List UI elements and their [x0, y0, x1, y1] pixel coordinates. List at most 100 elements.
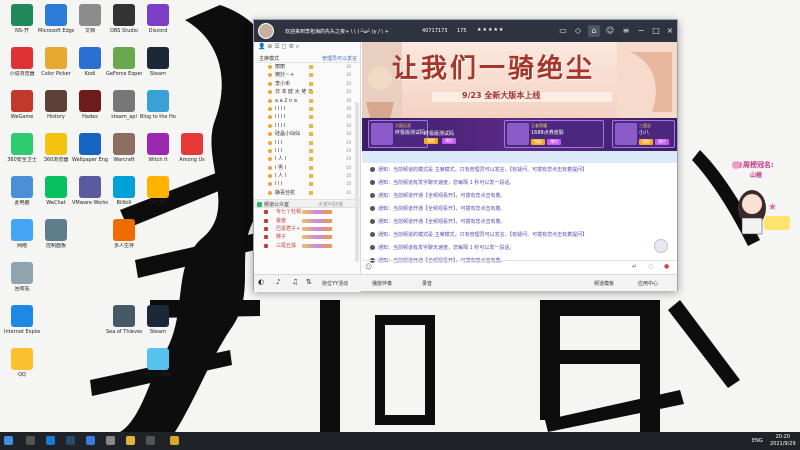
desktop-shortcut[interactable]: 360浏览器: [38, 133, 74, 163]
desktop-shortcut[interactable]: Kodi: [72, 47, 108, 77]
promo-card[interactable]: 三国志 小八 领取 预约: [612, 120, 675, 148]
promo-card[interactable]: 王者荣耀 1688点券皮肤 领取 预约: [504, 120, 604, 148]
send-icon[interactable]: ↵: [632, 263, 637, 270]
desktop-shortcut[interactable]: Microsoft Edge: [38, 4, 74, 34]
desktop-shortcut[interactable]: 控制面板: [38, 219, 74, 249]
list-icon[interactable]: ☰: [274, 43, 279, 50]
desktop-shortcut[interactable]: Among Us: [174, 133, 210, 163]
member-row[interactable]: l 男 l 10: [254, 164, 360, 172]
search-icon[interactable]: [26, 436, 35, 445]
bottom-action-1[interactable]: 抢位YY活动: [322, 280, 348, 287]
bottom-action-4[interactable]: 频道模板: [594, 280, 614, 287]
channel-avatar[interactable]: [258, 23, 274, 39]
maximize-icon[interactable]: □: [650, 25, 662, 37]
bottom-action-5[interactable]: 应用中心: [638, 280, 658, 287]
add-icon[interactable]: ⊕: [267, 43, 272, 50]
desktop-shortcut[interactable]: QQ飞车: [140, 176, 176, 206]
event-banner[interactable]: 让我们一骑绝尘 9/23 全新大版本上线: [362, 42, 677, 118]
skin-icon[interactable]: ◇: [572, 25, 584, 37]
member-scrollbar[interactable]: [355, 102, 359, 262]
bottom-action-2[interactable]: 播放伴奏: [372, 280, 392, 287]
home-icon[interactable]: ⌂: [588, 25, 600, 37]
desktop-shortcut[interactable]: Steam: [140, 47, 176, 77]
member-row[interactable]: l l l 10: [254, 180, 360, 188]
chat-input[interactable]: [376, 263, 626, 273]
promo-card[interactable]: 大国无双 终极版测试码: [368, 120, 428, 148]
bubble-icon[interactable]: ◌: [648, 263, 653, 270]
manage-link[interactable]: 管理员可以发言: [322, 55, 357, 62]
desktop-shortcut[interactable]: Hades: [72, 90, 108, 120]
member-row[interactable]: l l l l 10: [254, 113, 360, 121]
desktop-shortcut[interactable]: 360安全卫士: [4, 133, 40, 163]
desktop-shortcut[interactable]: Internet Explorer: [4, 305, 40, 335]
member-row[interactable]: l l l l 10: [254, 122, 360, 130]
member-row[interactable]: l l l 10: [254, 139, 360, 147]
claim-button[interactable]: 领取: [531, 139, 545, 145]
desktop-shortcut[interactable]: Sea of Thieves: [106, 305, 142, 335]
section-member-row[interactable]: 巴嘉君子+: [254, 225, 360, 233]
claim-button[interactable]: 领取: [424, 138, 438, 144]
member-row[interactable]: a a 2 n a 10: [254, 97, 360, 105]
search-icon[interactable]: ⌕: [296, 43, 299, 50]
video-icon[interactable]: ▭: [557, 25, 569, 37]
desktop-shortcut[interactable]: Blog to the Hook: [140, 90, 176, 120]
mode-tab[interactable]: 主席模式: [259, 55, 279, 62]
user-icon[interactable]: ☺: [604, 25, 616, 37]
headset-icon[interactable]: ◐: [258, 278, 264, 286]
chat-area[interactable]: 通知：当前频道的模式是 主席模式，只有管理员可以发言。【有疑问、可拨有您点击有着…: [364, 166, 674, 264]
member-row[interactable]: 李小禾 10: [254, 80, 360, 88]
desktop-shortcut[interactable]: 小说浏览器: [4, 47, 40, 77]
app-icon[interactable]: [106, 436, 115, 445]
desktop-shortcut[interactable]: steam_api: [106, 90, 142, 120]
switch-icon[interactable]: ⇅: [306, 278, 312, 286]
taskbar-clock[interactable]: 20:20 2021/9/29: [770, 434, 796, 448]
record-icon[interactable]: ●: [664, 263, 669, 270]
steam-icon[interactable]: [66, 436, 75, 445]
member-row[interactable]: 丽丽 10: [254, 63, 360, 71]
desktop-shortcut[interactable]: Wallpaper Engine: [72, 133, 108, 163]
desktop-shortcut[interactable]: Discord: [140, 4, 176, 34]
volume-icon[interactable]: ♪: [276, 278, 280, 286]
member-row[interactable]: 静喜丝杭 10: [254, 189, 360, 197]
menu-icon[interactable]: ≡: [620, 25, 632, 37]
member-row[interactable]: l l l 10: [254, 147, 360, 155]
yy-icon[interactable]: [170, 436, 179, 445]
desktop-shortcut[interactable]: Warcraft: [106, 133, 142, 163]
desktop-shortcut[interactable]: OBS Studio: [106, 4, 142, 34]
bottom-action-3[interactable]: 录音: [422, 280, 432, 287]
language-indicator[interactable]: ENG: [752, 438, 763, 444]
desktop-shortcut[interactable]: 多人生存: [106, 219, 142, 249]
desktop-shortcut[interactable]: GeForce Experience: [106, 47, 142, 77]
section-member-row[interactable]: 爸爸: [254, 217, 360, 225]
desktop-shortcut[interactable]: WeChat: [38, 176, 74, 206]
desktop-shortcut[interactable]: 回收站: [4, 262, 40, 292]
member-row[interactable]: l 人 l 10: [254, 172, 360, 180]
app-icon[interactable]: [86, 436, 95, 445]
chat-avatar[interactable]: [654, 239, 668, 253]
people-icon[interactable]: 👤: [258, 43, 265, 50]
claim-button[interactable]: 领取: [639, 139, 653, 145]
edge-icon[interactable]: [46, 436, 55, 445]
reserve-button[interactable]: 预约: [655, 139, 669, 145]
reserve-button[interactable]: 预约: [442, 138, 456, 144]
start-icon[interactable]: [4, 436, 13, 445]
desktop-shortcut[interactable]: 网络: [4, 219, 40, 249]
member-row[interactable]: 日 本 欧 大 佬 日 10: [254, 88, 360, 96]
section-member-row[interactable]: 狮子: [254, 233, 360, 241]
yy-voice-window[interactable]: 欢迎来到李拓海的先头之夜+ \ \ ( ˃̶ω˂̶ )y / \ + 40717…: [253, 19, 678, 292]
minimize-icon[interactable]: −: [635, 25, 647, 37]
promo-card[interactable]: 终极版测试码 领取 预约: [422, 120, 502, 148]
reserve-button[interactable]: 预约: [547, 139, 561, 145]
member-row[interactable]: 摘抄丶+ 10: [254, 71, 360, 79]
member-row[interactable]: l l l l 10: [254, 105, 360, 113]
chat-icon[interactable]: ◻: [282, 43, 287, 50]
app-icon[interactable]: [146, 436, 155, 445]
desktop-shortcut[interactable]: WeGame: [4, 90, 40, 120]
desktop-shortcut[interactable]: History: [38, 90, 74, 120]
section-member-row[interactable]: 三尾丘狐: [254, 242, 360, 250]
desktop-shortcut[interactable]: QQ: [4, 348, 40, 378]
section-header[interactable]: 频道公众室 大家叫好哦: [254, 199, 360, 209]
desktop-shortcut[interactable]: PICO PARK: [140, 348, 176, 378]
settings-icon[interactable]: ⚙: [289, 43, 294, 50]
desktop-shortcut[interactable]: Steam: [140, 305, 176, 335]
